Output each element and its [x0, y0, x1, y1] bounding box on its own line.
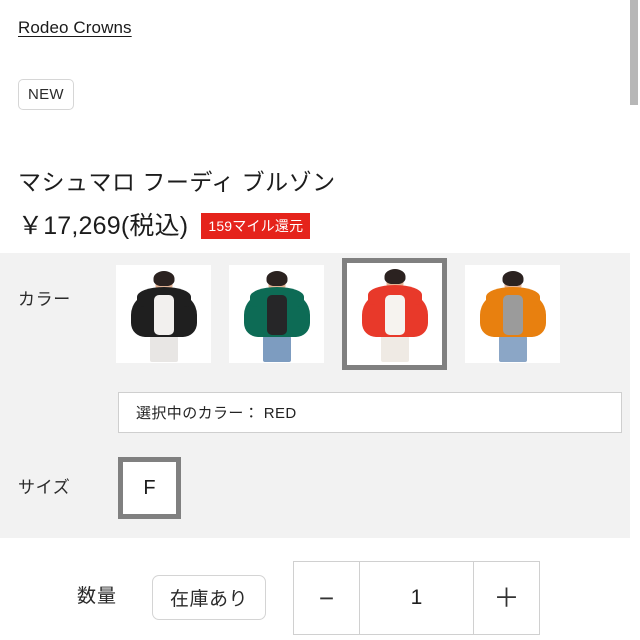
new-badge: NEW — [18, 79, 74, 110]
brand-link[interactable]: Rodeo Crowns — [18, 17, 132, 39]
mile-reward-badge: 159マイル還元 — [201, 213, 311, 239]
price-row: ￥17,269(税込) 159マイル還元 — [18, 211, 311, 241]
product-detail-page: Rodeo Crowns NEW マシュマロ フーディ ブルゾン ￥17,269… — [0, 0, 640, 640]
selected-color-field[interactable]: 選択中のカラー： RED — [118, 392, 622, 433]
color-swatch-thumbnail — [229, 265, 324, 363]
color-swatch-orange[interactable] — [465, 265, 560, 363]
color-swatch-black[interactable] — [116, 265, 211, 363]
model-photo — [465, 265, 560, 363]
quantity-value[interactable]: 1 — [360, 562, 473, 634]
size-option-f[interactable]: F — [118, 457, 181, 519]
model-photo — [116, 265, 211, 363]
color-swatch-thumbnail — [116, 265, 211, 363]
quantity-increment-button[interactable]: ＋ — [473, 562, 539, 634]
scrollbar-thumb[interactable] — [630, 0, 638, 105]
product-title: マシュマロ フーディ ブルゾン — [18, 169, 336, 196]
color-swatch-thumbnail — [347, 263, 442, 365]
color-swatch-list — [116, 258, 560, 370]
model-photo — [229, 265, 324, 363]
size-section-label: サイズ — [18, 478, 71, 497]
quantity-stepper: − 1 ＋ — [293, 561, 540, 635]
stock-status-badge: 在庫あり — [152, 575, 266, 620]
product-price: ￥17,269(税込) — [18, 212, 189, 240]
color-swatch-red[interactable] — [342, 258, 447, 370]
color-swatch-thumbnail — [465, 265, 560, 363]
color-swatch-green[interactable] — [229, 265, 324, 363]
model-photo — [347, 263, 442, 365]
quantity-decrement-button[interactable]: − — [294, 562, 360, 634]
color-section-label: カラー — [18, 290, 71, 309]
scrollbar-track[interactable] — [630, 0, 640, 640]
quantity-section-label: 数量 — [77, 586, 118, 607]
